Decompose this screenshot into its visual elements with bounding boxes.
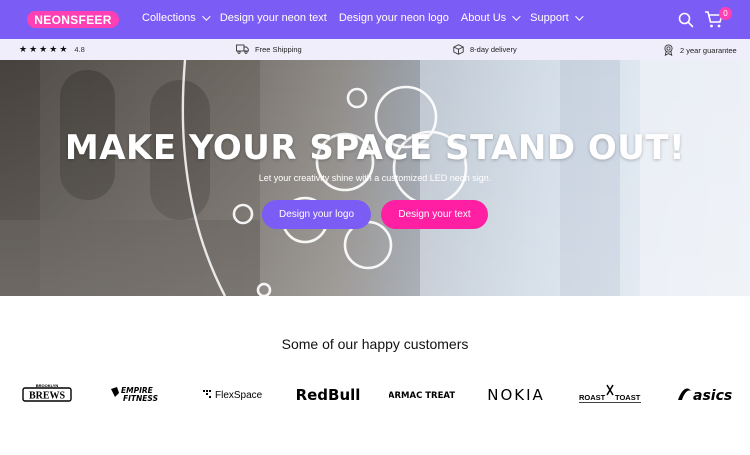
redbull-text: RedBull: [296, 386, 361, 404]
top-nav-bar: NEONSFEER Collections Design your neon t…: [0, 0, 750, 39]
nav-collections[interactable]: Collections: [142, 12, 211, 24]
nav-support-label: Support: [530, 12, 569, 24]
free-shipping-label: Free Shipping: [255, 44, 302, 54]
star-icon: ★: [59, 44, 68, 54]
guarantee-item: 2 year guarantee: [663, 44, 737, 56]
free-shipping-item: Free Shipping: [236, 44, 302, 54]
cart-count-badge: 0: [719, 7, 732, 20]
star-icon: ★: [19, 44, 28, 54]
header-icons: 0: [678, 7, 732, 31]
delivery-label: 8-day delivery: [470, 45, 517, 54]
asics-text: asics: [693, 388, 732, 404]
design-logo-button[interactable]: Design your logo: [262, 200, 371, 229]
cart-button[interactable]: 0: [704, 7, 732, 31]
main-nav: Collections Design your neon text Design…: [142, 12, 593, 24]
customer-logo-redbull: RedBull: [295, 383, 361, 405]
nav-about-us-label: About Us: [460, 12, 507, 24]
toast-text: TOAST: [615, 393, 641, 402]
customer-logo-roast-toast: ROAST TOAST: [577, 383, 643, 405]
nav-design-neon-logo[interactable]: Design your neon logo: [339, 12, 449, 24]
hero-title: MAKE YOUR SPACE STAND OUT!: [64, 128, 686, 168]
guarantee-label: 2 year guarantee: [680, 45, 737, 55]
nav-about-us[interactable]: About Us: [460, 12, 521, 24]
nav-design-neon-text-label: Design your neon text: [219, 12, 327, 24]
neonsfeer-logo[interactable]: NEONSFEER: [27, 11, 119, 28]
empire-bottom-text: FITNESS: [123, 394, 158, 403]
nav-design-neon-text[interactable]: Design your neon text: [220, 12, 327, 24]
brews-top-text: BROOKLYN: [36, 383, 59, 388]
design-text-button[interactable]: Design your text: [381, 200, 488, 229]
star-icon: ★: [49, 44, 58, 54]
flexspace-text: FlexSpace: [215, 390, 263, 401]
roast-text: ROAST: [579, 393, 606, 402]
nav-design-neon-logo-label: Design your neon logo: [338, 12, 449, 24]
chevron-down-icon: [201, 12, 211, 21]
delivery-item: 8-day delivery: [453, 44, 517, 55]
star-icon: ★: [39, 44, 48, 54]
award-badge-icon: [664, 44, 673, 56]
chevron-down-icon: [512, 12, 521, 21]
rating-value: 4.8: [74, 45, 85, 54]
search-icon[interactable]: [678, 12, 694, 28]
nokia-text: NOKIA: [487, 386, 545, 404]
nav-support[interactable]: Support: [530, 12, 584, 24]
tarmac-treats-text: TARMAC TREATS: [389, 391, 455, 401]
customer-logo-flexspace: FlexSpace: [202, 383, 268, 405]
customer-logo-empire-fitness: EMPIRE FITNESS: [110, 383, 172, 405]
trust-bar: ★ ★ ★ ★ ★ 4.8 Free Shipping 8-day delive…: [0, 39, 750, 60]
rating-stars: ★ ★ ★ ★ ★ 4.8: [19, 44, 85, 55]
hero-subtitle: Let your creativity shine with a customi…: [258, 173, 492, 183]
customer-logo-brews: BROOKLYN BREWS: [22, 383, 72, 405]
customer-logo-asics: asics: [676, 383, 732, 405]
customers-heading: Some of our happy customers: [281, 336, 469, 352]
chevron-down-icon: [574, 12, 584, 21]
truck-icon: [236, 44, 249, 54]
brews-text: BREWS: [29, 391, 66, 402]
star-icon: ★: [29, 44, 38, 54]
customer-logo-nokia: NOKIA: [482, 383, 550, 405]
hero-banner: MAKE YOUR SPACE STAND OUT! Let your crea…: [0, 60, 750, 296]
nav-collections-label: Collections: [142, 12, 196, 24]
package-icon: [453, 44, 464, 55]
customer-logo-tarmac-treats: TARMAC TREATS: [389, 383, 455, 405]
